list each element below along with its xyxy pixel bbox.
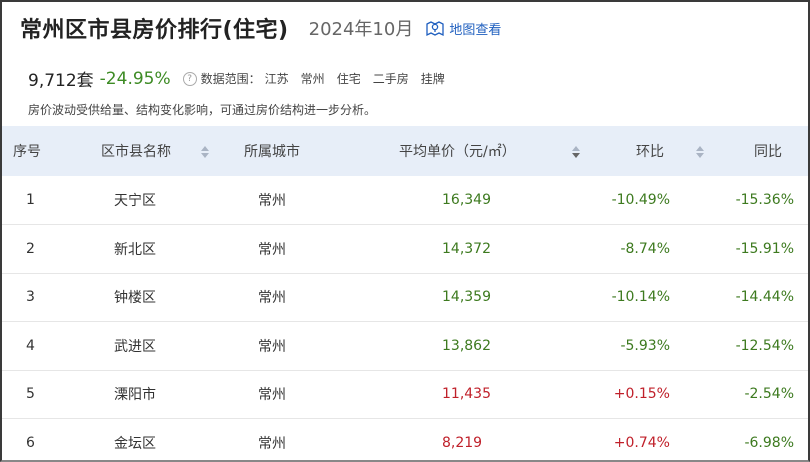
rank-cell: 5 [26, 386, 35, 403]
city-cell: 常州 [258, 387, 286, 404]
col-district-header[interactable]: 区市县名称 [100, 126, 240, 176]
table-row[interactable]: 2 新北区 常州 14,372 -8.74% -15.91% [2, 225, 808, 274]
data-range-label: 数据范围： [200, 72, 261, 86]
col-price-header[interactable]: 平均单价（元/㎡） [398, 126, 594, 176]
table-row[interactable]: 4 武进区 常州 13,862 -5.93% -12.54% [2, 322, 808, 371]
ranking-panel: 常州区市县房价排行(住宅) 2024年10月 地图查看 9,712套 -24.9… [0, 0, 810, 462]
map-view-link[interactable]: 地图查看 [425, 19, 501, 38]
table-header-row: 序号 区市县名称 所属城市 平均单价（元/㎡） 环比 同比 [2, 126, 808, 176]
city-cell: 常州 [258, 435, 286, 452]
range-tag-city: 常州 [300, 72, 325, 86]
rank-cell: 3 [26, 289, 35, 306]
report-date: 2024年10月 [308, 19, 414, 40]
price-cell: 14,359 [442, 289, 491, 306]
mom-cell: -10.14% [611, 289, 670, 306]
yoy-cell: -15.91% [735, 240, 794, 257]
mom-cell: -10.49% [611, 192, 670, 208]
sort-arrows-icon[interactable] [201, 146, 210, 158]
range-tag-source: 挂牌 [420, 72, 445, 86]
mom-cell: -8.74% [620, 240, 670, 257]
rank-cell: 4 [26, 337, 35, 354]
district-cell[interactable]: 武进区 [100, 322, 240, 371]
price-cell: 11,435 [442, 386, 491, 403]
district-cell[interactable]: 金坛区 [100, 419, 240, 461]
district-cell[interactable]: 新北区 [100, 225, 240, 274]
price-note: 房价波动受供给量、结构变化影响，可通过房价结构进一步分析。 [28, 103, 377, 117]
city-cell: 常州 [258, 338, 286, 355]
yoy-cell: -6.98% [744, 434, 794, 451]
ranking-table: 序号 区市县名称 所属城市 平均单价（元/㎡） 环比 同比 1 天宁区 常州 1… [2, 126, 808, 461]
col-yoy-header: 同比 [754, 144, 782, 160]
yoy-cell: -14.44% [735, 289, 794, 306]
price-cell: 14,372 [442, 240, 491, 257]
sort-arrows-icon[interactable] [696, 146, 705, 158]
range-tag-market: 二手房 [372, 72, 409, 86]
summary-row: 9,712套 -24.95% ? 数据范围： 江苏 常州 住宅 二手房 挂牌 [28, 66, 445, 92]
page-title: 常州区市县房价排行(住宅) [20, 18, 289, 43]
price-cell: 13,862 [442, 337, 491, 354]
table-row[interactable]: 6 金坛区 常州 8,219 +0.74% -6.98% [2, 419, 808, 461]
district-cell[interactable]: 钟楼区 [100, 273, 240, 322]
yoy-cell: -2.54% [744, 386, 794, 403]
city-cell: 常州 [258, 290, 286, 307]
listing-change: -24.95% [99, 68, 171, 89]
mom-cell: -5.93% [620, 337, 670, 354]
table-row[interactable]: 3 钟楼区 常州 14,359 -10.14% -14.44% [2, 273, 808, 322]
city-cell: 常州 [258, 241, 286, 258]
yoy-cell: -15.36% [735, 192, 794, 208]
range-tag-type: 住宅 [336, 72, 361, 86]
range-tag-province: 江苏 [264, 72, 289, 86]
col-city-header: 所属城市 [244, 144, 300, 160]
rank-cell: 1 [26, 192, 35, 208]
rank-cell: 6 [26, 434, 35, 451]
table-body: 1 天宁区 常州 16,349 -10.49% -15.36% 2 新北区 常州… [2, 176, 808, 461]
district-cell[interactable]: 溧阳市 [100, 370, 240, 419]
city-cell: 常州 [258, 193, 286, 209]
listing-count: 9,712套 [28, 71, 94, 91]
map-view-label: 地图查看 [449, 22, 502, 38]
table-row[interactable]: 1 天宁区 常州 16,349 -10.49% -15.36% [2, 176, 808, 225]
rank-cell: 2 [26, 240, 35, 257]
district-cell[interactable]: 天宁区 [100, 176, 240, 225]
mom-cell: +0.15% [613, 386, 670, 403]
question-icon[interactable]: ? [182, 71, 197, 86]
price-cell: 16,349 [442, 192, 491, 208]
price-cell: 8,219 [442, 434, 483, 451]
sort-arrows-icon[interactable] [572, 146, 581, 158]
mom-cell: +0.74% [613, 434, 670, 451]
col-mom-header[interactable]: 环比 [594, 126, 708, 176]
title-row: 常州区市县房价排行(住宅) 2024年10月 地图查看 [20, 12, 501, 44]
table-row[interactable]: 5 溧阳市 常州 11,435 +0.15% -2.54% [2, 370, 808, 419]
col-rank-header: 序号 [13, 144, 41, 160]
map-pin-icon [426, 21, 444, 37]
yoy-cell: -12.54% [735, 337, 794, 354]
